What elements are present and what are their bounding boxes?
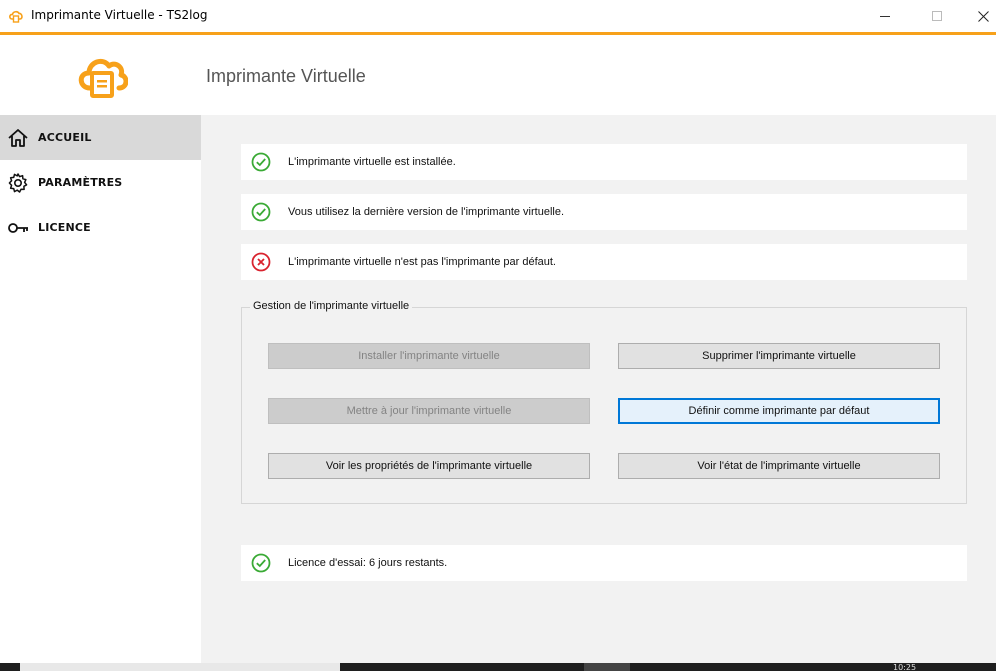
- view-state-button[interactable]: Voir l'état de l'imprimante virtuelle: [618, 453, 940, 479]
- delete-button[interactable]: Supprimer l'imprimante virtuelle: [618, 343, 940, 369]
- window-title: Imprimante Virtuelle - TS2log: [31, 8, 208, 22]
- taskbar-app-button[interactable]: [584, 663, 630, 671]
- check-circle-icon: [251, 553, 271, 573]
- sidebar-item-licence[interactable]: LICENCE: [0, 205, 201, 250]
- sidebar-item-label: LICENCE: [38, 221, 91, 234]
- view-properties-button[interactable]: Voir les propriétés de l'imprimante virt…: [268, 453, 590, 479]
- update-button[interactable]: Mettre à jour l'imprimante virtuelle: [268, 398, 590, 424]
- group-title: Gestion de l'imprimante virtuelle: [250, 300, 413, 312]
- close-button[interactable]: [960, 0, 996, 32]
- check-circle-icon: [251, 202, 271, 222]
- close-icon: [977, 10, 989, 22]
- status-text: L'imprimante virtuelle est installée.: [288, 156, 456, 168]
- minimize-button[interactable]: [862, 0, 908, 32]
- sidebar: ACCUEIL PARAMÈTRES LICENCE: [0, 115, 201, 663]
- set-default-button[interactable]: Définir comme imprimante par défaut: [618, 398, 940, 424]
- minimize-icon: [880, 15, 890, 17]
- key-icon: [8, 222, 28, 233]
- management-group: Gestion de l'imprimante virtuelle Instal…: [241, 300, 967, 504]
- accent-line: [0, 32, 996, 35]
- license-status: Licence d'essai: 6 jours restants.: [241, 545, 967, 581]
- status-text: L'imprimante virtuelle n'est pas l'impri…: [288, 256, 556, 268]
- maximize-icon: [932, 11, 942, 21]
- status-text: Vous utilisez la dernière version de l'i…: [288, 206, 565, 218]
- license-text: Licence d'essai: 6 jours restants.: [288, 557, 448, 569]
- sidebar-item-label: ACCUEIL: [38, 131, 92, 144]
- main-content: L'imprimante virtuelle est installée. Vo…: [201, 115, 996, 663]
- gear-icon: [8, 172, 28, 193]
- taskbar-search[interactable]: [20, 663, 340, 671]
- taskbar-clock[interactable]: 10:25: [893, 664, 916, 671]
- error-circle-icon: [251, 252, 271, 272]
- app-printer-icon: [9, 10, 23, 23]
- taskbar: 10:25: [0, 663, 996, 671]
- status-version: Vous utilisez la dernière version de l'i…: [241, 194, 967, 230]
- cloud-printer-icon: [78, 58, 128, 98]
- check-circle-icon: [251, 152, 271, 172]
- sidebar-item-parametres[interactable]: PARAMÈTRES: [0, 160, 201, 205]
- home-icon: [8, 128, 28, 147]
- maximize-button[interactable]: [914, 0, 960, 32]
- sidebar-item-label: PARAMÈTRES: [38, 176, 123, 189]
- page-title: Imprimante Virtuelle: [206, 66, 366, 86]
- status-default-printer: L'imprimante virtuelle n'est pas l'impri…: [241, 244, 967, 280]
- title-bar: Imprimante Virtuelle - TS2log: [0, 0, 996, 32]
- status-installed: L'imprimante virtuelle est installée.: [241, 144, 967, 180]
- install-button[interactable]: Installer l'imprimante virtuelle: [268, 343, 590, 369]
- sidebar-item-accueil[interactable]: ACCUEIL: [0, 115, 201, 160]
